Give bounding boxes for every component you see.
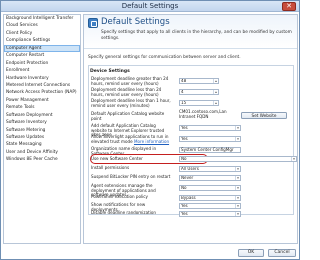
sidebar-item-endpoint-protection[interactable]: Endpoint Protection <box>4 60 80 67</box>
ok-button[interactable]: OK <box>238 249 264 257</box>
panel-header: Default Settings Specify settings that a… <box>84 15 297 49</box>
setting-row: Show notifications for new deployments Y… <box>91 202 295 211</box>
setting-value: All Users <box>181 166 199 171</box>
setting-value: 48 <box>181 78 187 83</box>
setting-label: Deployment deadline less than 24 hours, … <box>91 87 162 97</box>
spinner-icon: ▴ <box>213 101 218 105</box>
setting-row: Deployment deadline greater than 24 hour… <box>91 76 295 86</box>
setting-row: Disable deadline randomization Yes ▾ <box>91 210 295 218</box>
powershell-policy-select[interactable]: Bypass ▾ <box>179 195 241 201</box>
setting-row: PowerShell execution policy Bypass ▾ <box>91 194 295 202</box>
setting-label: Suspend BitLocker PIN entry on restart <box>91 174 171 179</box>
setting-label: Disable deadline randomization <box>91 210 156 215</box>
setting-value: Yes <box>181 203 188 208</box>
setting-value: 4 <box>181 89 184 94</box>
agent-extensions-select[interactable]: No ▾ <box>179 185 241 191</box>
setting-value: Yes <box>181 125 188 130</box>
setting-label: Allow Silverlight applications to run in… <box>91 134 171 144</box>
sidebar-item-metered-internet-connections[interactable]: Metered Internet Connections <box>4 82 80 89</box>
sidebar-item-software-deployment[interactable]: Software Deployment <box>4 112 80 119</box>
setting-row: Allow Silverlight applications to run in… <box>91 134 295 144</box>
show-notifications-select[interactable]: Yes ▾ <box>179 203 241 209</box>
sidebar-item-software-updates[interactable]: Software Updates <box>4 134 80 141</box>
trusted-sites-select[interactable]: Yes ▾ <box>179 125 241 131</box>
install-permissions-select[interactable]: All Users ▾ <box>179 166 241 172</box>
reminder-under-24h-stepper[interactable]: 4 ▴ <box>179 89 219 95</box>
sidebar-item-power-management[interactable]: Power Management <box>4 97 80 104</box>
setting-row: Agent extensions manage the deployment o… <box>91 183 295 197</box>
setting-label: Deployment deadline greater than 24 hour… <box>91 76 169 86</box>
chevron-down-icon: ▾ <box>235 126 240 130</box>
silverlight-select[interactable]: Yes ▾ <box>179 136 241 142</box>
chevron-down-icon: ▾ <box>235 196 240 200</box>
settings-sidebar: Background Intelligent Transfer Cloud Se… <box>3 14 81 244</box>
sidebar-item-user-device-affinity[interactable]: User and Device Affinity <box>4 149 80 156</box>
chevron-down-icon: ▾ <box>235 186 240 190</box>
setting-row: Deployment deadline less than 1 hour, re… <box>91 98 295 108</box>
setting-label: Install permissions <box>91 165 130 170</box>
sidebar-item-background-intelligent-transfer[interactable]: Background Intelligent Transfer <box>4 15 80 22</box>
setting-value: Yes <box>181 211 188 216</box>
setting-row: Default Application Catalog website poin… <box>91 109 295 122</box>
setting-label: Use new Software Center <box>91 155 143 161</box>
sidebar-item-remote-tools[interactable]: Remote Tools <box>4 104 80 111</box>
setting-value: 15 <box>181 100 187 105</box>
sidebar-item-compliance-settings[interactable]: Compliance Settings <box>4 37 80 44</box>
setting-row: Organization name displayed in Software … <box>91 146 295 155</box>
chevron-down-icon: ▾ <box>235 167 240 171</box>
setting-row: Install permissions All Users ▾ <box>91 165 295 173</box>
spinner-icon: ▴ <box>213 90 218 94</box>
page-description: Specify settings that apply to all clien… <box>101 30 292 41</box>
more-information-link[interactable]: More information <box>134 139 169 144</box>
set-website-button[interactable]: Set Website <box>241 112 287 119</box>
window-title: Default Settings <box>121 2 179 10</box>
reminder-under-1h-stepper[interactable]: 15 ▴ <box>179 100 219 106</box>
close-button[interactable]: ✕ <box>282 2 296 11</box>
sidebar-item-network-access-protection[interactable]: Network Access Protection (NAP) <box>4 89 80 96</box>
deadline-randomization-select[interactable]: Yes ▾ <box>179 211 241 217</box>
setting-row: Add default Application Catalog website … <box>91 123 295 137</box>
default-settings-window: Default Settings ✕ Background Intelligen… <box>0 0 300 260</box>
sidebar-item-hardware-inventory[interactable]: Hardware Inventory <box>4 75 80 82</box>
spinner-icon: ▴ <box>213 79 218 83</box>
setting-row: Suspend BitLocker PIN entry on restart N… <box>91 174 295 182</box>
sidebar-item-windows-peer-cache[interactable]: Windows 8E Peer Cache <box>4 156 80 163</box>
setting-row: Deployment deadline less than 24 hours, … <box>91 87 295 97</box>
chevron-down-icon: ▾ <box>235 137 240 141</box>
sidebar-item-computer-restart[interactable]: Computer Restart <box>4 52 80 59</box>
sidebar-item-state-messaging[interactable]: State Messaging <box>4 141 80 148</box>
sidebar-item-software-inventory[interactable]: Software Inventory <box>4 119 80 126</box>
intro-text: Specify general settings for communicati… <box>88 55 241 60</box>
bitlocker-pin-select[interactable]: Never ▾ <box>179 175 241 181</box>
group-title: Device Settings <box>90 69 130 74</box>
setting-value: Yes <box>181 136 188 141</box>
settings-panel: Default Settings Specify settings that a… <box>83 14 298 244</box>
title-bar: Default Settings ✕ <box>1 1 299 12</box>
chevron-down-icon: ▾ <box>235 204 240 208</box>
settings-icon <box>88 18 98 28</box>
chevron-down-icon: ▾ <box>235 176 240 180</box>
setting-value: Bypass <box>181 195 196 200</box>
sidebar-item-client-policy[interactable]: Client Policy <box>4 30 80 37</box>
page-title: Default Settings <box>101 17 170 27</box>
reminder-24h-stepper[interactable]: 48 ▴ <box>179 78 219 84</box>
use-new-software-center-select[interactable]: No ▾ <box>179 156 297 162</box>
sidebar-item-software-metering[interactable]: Software Metering <box>4 127 80 134</box>
setting-label: PowerShell execution policy <box>91 194 148 199</box>
setting-value: Never <box>181 175 194 180</box>
sidebar-item-computer-agent[interactable]: Computer Agent <box>4 44 80 53</box>
setting-value: No <box>181 185 187 190</box>
cancel-button[interactable]: Cancel <box>268 249 296 257</box>
sidebar-item-enrollment[interactable]: Enrollment <box>4 67 80 74</box>
setting-value: No <box>181 156 187 161</box>
chevron-down-icon: ▾ <box>291 157 296 161</box>
website-point-value: CM01.contoso.com,Lan Intranet FQDN <box>179 109 227 119</box>
use-new-software-center-row: Use new Software Center No ▾ <box>90 154 297 164</box>
chevron-down-icon: ▾ <box>235 212 240 216</box>
setting-label: Default Application Catalog website poin… <box>91 111 165 121</box>
sidebar-item-cloud-services[interactable]: Cloud Services <box>4 22 80 29</box>
setting-label: Deployment deadline less than 1 hour, re… <box>91 98 171 108</box>
organization-name-field[interactable]: System Center ConfigMgr <box>179 147 241 153</box>
